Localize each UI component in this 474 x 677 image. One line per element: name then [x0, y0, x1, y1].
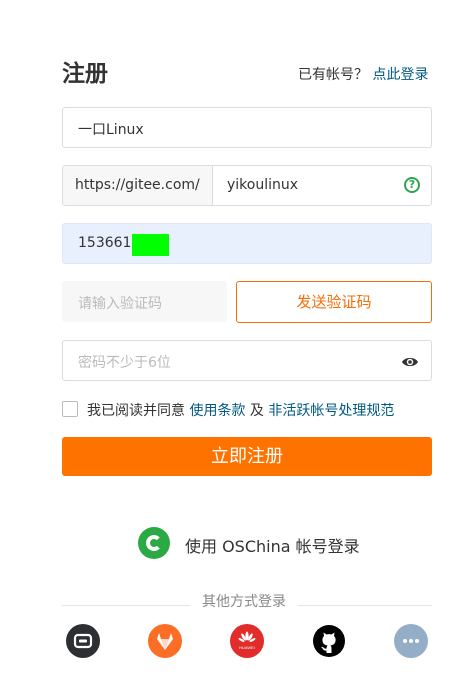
huawei-login-button[interactable]: HUAWEI [230, 624, 264, 658]
inactive-policy-link[interactable]: 非活跃帐号处理规范 [268, 403, 394, 419]
gitlab-icon [157, 633, 173, 650]
name-field-value: 一口Linux [78, 122, 144, 138]
have-account-text: 已有帐号？ [298, 67, 368, 83]
gitee-login-button[interactable] [66, 624, 100, 658]
agree-checkbox[interactable] [62, 401, 78, 417]
login-hint: 已有帐号？ 点此登录 [298, 64, 428, 84]
url-prefix-text: https://gitee.com/ [75, 177, 200, 193]
more-icon [403, 639, 419, 643]
oschina-login-label: 使用 OSChina 帐号登录 [185, 537, 360, 556]
password-placeholder: 密码不少于6位 [78, 355, 171, 371]
page-title: 注册 [62, 61, 108, 87]
password-input[interactable]: 密码不少于6位 [62, 340, 432, 381]
phone-field[interactable]: 1536616 [62, 223, 432, 264]
verification-code-placeholder: 请输入验证码 [78, 296, 162, 312]
register-button[interactable]: 立即注册 [62, 437, 432, 476]
send-code-button[interactable]: 发送验证码 [236, 281, 432, 323]
login-link[interactable]: 点此登录 [372, 67, 428, 83]
terms-link[interactable]: 使用条款 [189, 403, 245, 419]
gitee-icon [73, 633, 93, 649]
oschina-logo-icon [138, 527, 170, 559]
verification-code-input[interactable]: 请输入验证码 [62, 281, 227, 322]
other-login-label: 其他方式登录 [190, 591, 298, 611]
phone-field-value: 1536616 [78, 235, 141, 251]
gitlab-login-button[interactable] [148, 624, 182, 658]
personal-url-field[interactable]: https://gitee.com/ yikoulinux ? [62, 165, 432, 206]
huawei-icon: HUAWEI [238, 631, 256, 650]
huawei-wordmark: HUAWEI [239, 645, 255, 650]
url-path-value: yikoulinux [227, 177, 299, 193]
github-login-button[interactable] [312, 624, 346, 658]
redaction-mask [132, 234, 169, 256]
agree-and: 及 [249, 403, 264, 419]
agreement-text: 我已阅读并同意 使用条款 及 非活跃帐号处理规范 [87, 400, 394, 420]
name-field[interactable]: 一口Linux [62, 107, 432, 148]
more-login-button[interactable] [394, 624, 428, 658]
agree-prefix: 我已阅读并同意 [87, 403, 185, 419]
github-icon [313, 625, 345, 657]
question-circle-icon[interactable]: ? [404, 177, 420, 193]
url-prefix: https://gitee.com/ [63, 166, 213, 205]
eye-icon[interactable] [401, 354, 419, 373]
